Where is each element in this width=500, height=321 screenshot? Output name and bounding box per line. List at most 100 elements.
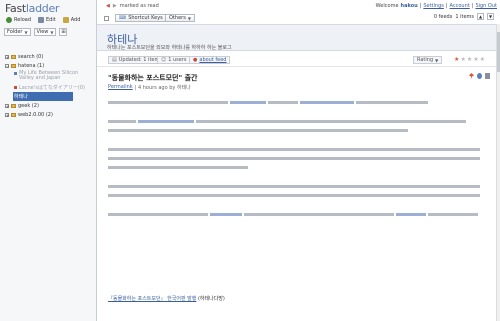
- permalink-link[interactable]: Permalink: [108, 84, 133, 91]
- prev-button[interactable]: ▲: [477, 13, 484, 20]
- rating-dropdown[interactable]: Rating ▼: [413, 56, 443, 64]
- tree-label: geek (2): [18, 102, 39, 109]
- item-count: 1 items: [455, 13, 474, 20]
- star-icon[interactable]: ★: [460, 56, 465, 63]
- select-checkbox[interactable]: [104, 16, 109, 21]
- reload-label: Reload: [14, 17, 32, 23]
- username-link[interactable]: hakou: [401, 3, 418, 9]
- rating-stars[interactable]: ★ ★ ★ ★ ★: [454, 56, 485, 63]
- top-bar: ◀ ▶ marked as read Welcome hakou | Setti…: [97, 0, 500, 11]
- tree-feed-item[interactable]: Lacne'sはてなダイアリー(0): [5, 83, 95, 92]
- left-toolbar-secondary: Folder ▼ View ▼ ⊞: [4, 28, 94, 36]
- tree-label: web2.0.00 (2): [18, 111, 53, 118]
- tree-feed-selected[interactable]: 하테나: [13, 92, 73, 101]
- edit-icon: [38, 17, 45, 23]
- about-feed-link[interactable]: about feed: [199, 57, 226, 63]
- tree-label: My Life Between Silicon Valley and Japan: [19, 70, 79, 81]
- body-link[interactable]: [138, 120, 194, 123]
- feed-header: 하테나 하테나는 포스트모던을 외모와 하테나를 하하하 하는 블로그: [97, 24, 499, 51]
- arrow-down-icon: ▼: [488, 14, 493, 19]
- logo-part1: Fast: [5, 2, 26, 15]
- tree-folder-hatena[interactable]: − hatena (1): [5, 61, 95, 70]
- arrow-left-icon[interactable]: ◀: [106, 3, 110, 9]
- view-dropdown[interactable]: View ▼: [33, 28, 57, 36]
- tree-label: search (0): [18, 53, 44, 60]
- account-links: Welcome hakou | Settings | Account | Sig…: [375, 3, 497, 9]
- sign-out-link[interactable]: Sign Out: [475, 3, 497, 9]
- expand-icon[interactable]: +: [5, 54, 9, 59]
- folder-icon: [11, 63, 16, 68]
- logo-part2: ladder: [25, 2, 60, 15]
- body-paragraph: [108, 118, 486, 136]
- star-icon[interactable]: ★: [467, 56, 472, 63]
- reload-icon: [6, 17, 12, 23]
- body-paragraph: [108, 146, 486, 173]
- others-button[interactable]: Others ▼: [165, 14, 195, 22]
- tree-folder-geek[interactable]: + geek (2): [5, 101, 95, 110]
- collapse-icon[interactable]: −: [5, 63, 9, 68]
- tree-feed-item[interactable]: My Life Between Silicon Valley and Japan: [5, 70, 95, 81]
- counts-area: 0 feeds 1 items ▲ ▼: [434, 13, 494, 20]
- folder-dropdown[interactable]: Folder ▼: [4, 28, 31, 36]
- body-paragraph: [108, 183, 486, 201]
- users-badge[interactable]: ☺ 1 users: [157, 56, 191, 64]
- folder-dropdown-label: Folder: [7, 29, 23, 35]
- expand-icon[interactable]: +: [5, 103, 9, 108]
- shortcut-keys-button[interactable]: ⌨ Shortcut Keys ▼: [115, 14, 172, 22]
- reload-button[interactable]: Reload: [4, 16, 33, 24]
- body-paragraph: [108, 211, 486, 220]
- star-icon[interactable]: ★: [480, 56, 485, 63]
- settings-button[interactable]: ⊞: [59, 28, 68, 36]
- tree-label: hatena (1): [18, 62, 45, 69]
- tree-folder-search[interactable]: + search (0): [5, 52, 95, 61]
- arrow-right-icon[interactable]: ▶: [113, 3, 117, 9]
- subscription-tree: + search (0) − hatena (1) My Life Betwee…: [5, 52, 95, 119]
- updated-text: Updated: 1 items: [118, 57, 162, 63]
- item-title[interactable]: "동물화하는 포스트모던" 출간: [108, 73, 197, 83]
- feed-icon: [14, 86, 17, 89]
- body-link[interactable]: [230, 101, 266, 104]
- main-toolbar: ⌨ Shortcut Keys ▼ Others ▼ 0 feeds 1 ite…: [97, 13, 500, 23]
- edit-label: Edit: [46, 17, 56, 23]
- app-logo[interactable]: Fastladder: [5, 2, 59, 15]
- chevron-down-icon: ▼: [24, 29, 28, 35]
- footer-link[interactable]: 『동물화하는 포스트모던』 한국어판 발행: [108, 296, 196, 302]
- left-toolbar: Reload Edit Add: [4, 16, 96, 24]
- account-link[interactable]: Account: [450, 3, 470, 9]
- footer-link-row: 『동물화하는 포스트모던』 한국어판 발행 (하테나다방): [108, 295, 225, 302]
- star-icon[interactable]: ★: [454, 56, 459, 63]
- chevron-down-icon: ▼: [50, 29, 54, 35]
- folder-icon: [11, 54, 16, 59]
- expand-icon[interactable]: +: [5, 112, 9, 117]
- rating-label: Rating: [417, 57, 434, 63]
- view-dropdown-label: View: [36, 29, 49, 35]
- settings-link[interactable]: Settings: [423, 3, 444, 9]
- info-icon: ●: [193, 57, 198, 63]
- add-icon: [62, 17, 69, 23]
- welcome-text: Welcome: [375, 3, 399, 9]
- add-button[interactable]: Add: [61, 16, 83, 24]
- edit-button[interactable]: Edit: [36, 16, 58, 24]
- folder-icon: [11, 112, 16, 117]
- next-button[interactable]: ▼: [487, 13, 494, 20]
- filter-icon: ⊞: [61, 29, 66, 35]
- pin-icon[interactable]: [469, 73, 474, 79]
- add-label: Add: [70, 17, 81, 23]
- tree-folder-web20[interactable]: + web2.0.00 (2): [5, 110, 95, 119]
- chevron-down-icon: ▼: [435, 57, 439, 63]
- item-meta: Permalink | 4 hours ago by 하테나: [108, 84, 191, 91]
- shortcut-keys-label: Shortcut Keys: [128, 15, 163, 21]
- clip-icon[interactable]: [477, 73, 482, 79]
- about-feed-badge[interactable]: ● about feed: [189, 56, 231, 64]
- star-icon[interactable]: ★: [473, 56, 478, 63]
- folder-icon: [11, 103, 16, 108]
- body-link[interactable]: [300, 101, 354, 104]
- share-icon[interactable]: [485, 73, 490, 79]
- users-text: 1 users: [168, 57, 187, 63]
- scrollbar[interactable]: [496, 24, 500, 321]
- body-link[interactable]: [396, 213, 426, 216]
- unread-text: marked as read: [119, 3, 159, 9]
- body-link[interactable]: [210, 213, 242, 216]
- feed-count: 0 feeds: [433, 13, 453, 20]
- left-pane: Fastladder Reload Edit Add Folder ▼ View ▼…: [0, 0, 97, 321]
